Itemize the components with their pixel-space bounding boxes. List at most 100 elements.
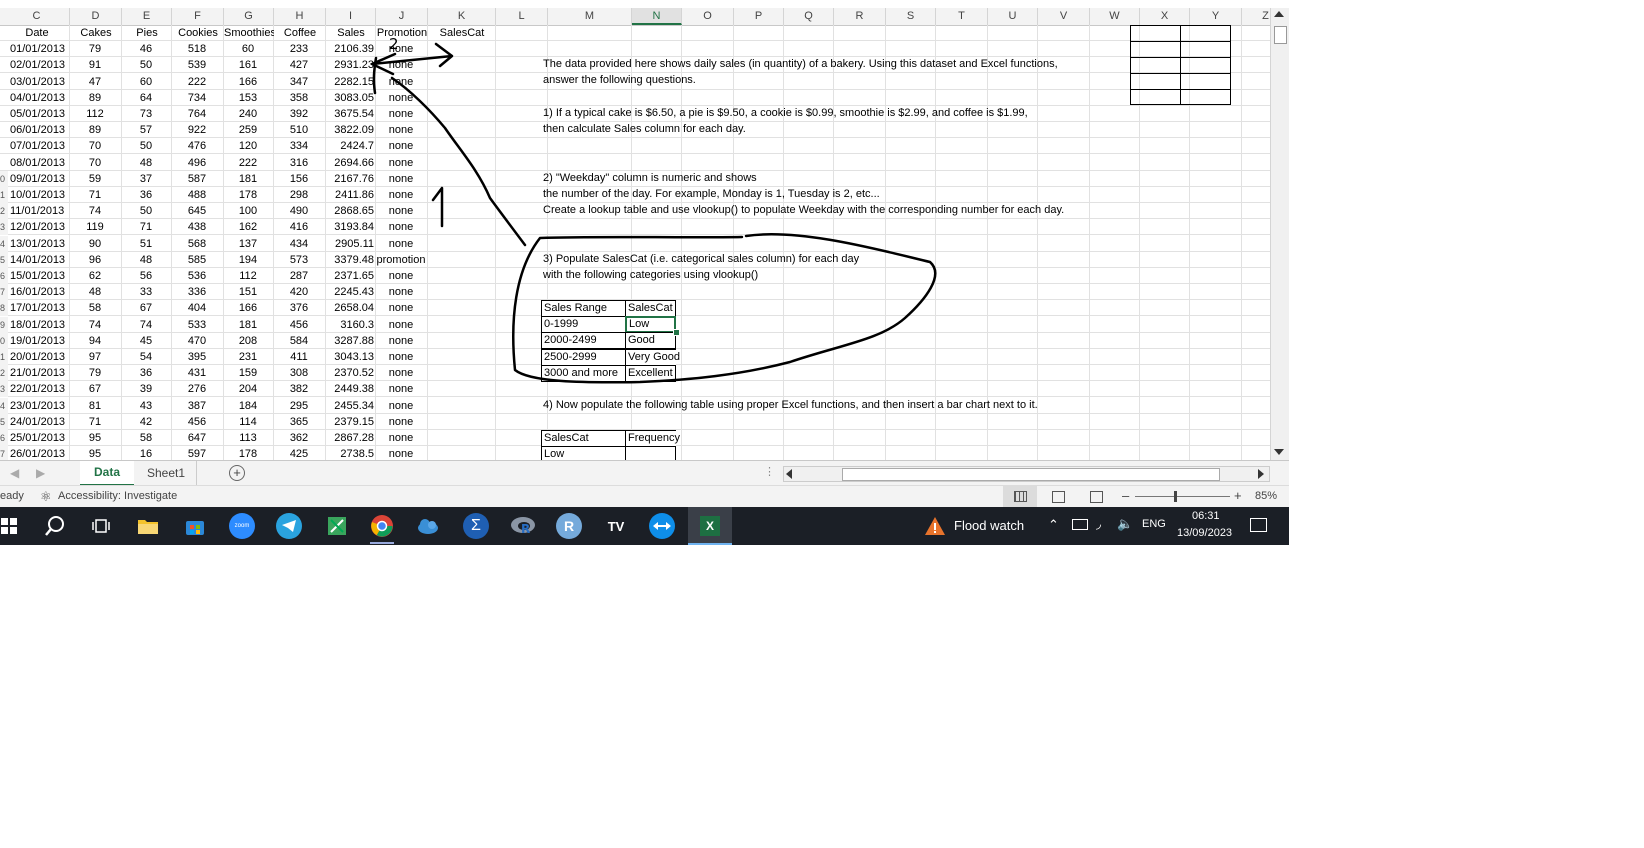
scroll-down-arrow[interactable]	[1274, 449, 1284, 455]
fill-handle[interactable]	[673, 329, 680, 336]
date-cell[interactable]: 09/01/2013	[4, 171, 74, 187]
row-number-stub[interactable]: 1	[0, 349, 8, 365]
value-cell[interactable]: 94	[70, 333, 120, 349]
promotion-cell[interactable]: none	[376, 122, 426, 138]
language-indicator[interactable]: ENG	[1142, 518, 1166, 530]
tab-data[interactable]: Data	[80, 461, 134, 486]
value-cell[interactable]: 91	[70, 57, 120, 73]
value-cell[interactable]: 81	[70, 398, 120, 414]
value-cell[interactable]: 36	[122, 365, 170, 381]
value-cell[interactable]: 45	[122, 333, 170, 349]
value-cell[interactable]: 97	[70, 349, 120, 365]
date-cell[interactable]: 14/01/2013	[4, 252, 74, 268]
row-number-stub[interactable]: 9	[0, 316, 8, 333]
date-cell[interactable]: 06/01/2013	[4, 122, 74, 138]
value-cell[interactable]: 2658.04	[326, 300, 374, 316]
value-cell[interactable]: 64	[122, 90, 170, 106]
promotion-cell[interactable]: none	[376, 317, 426, 333]
value-cell[interactable]: 46	[122, 41, 170, 57]
value-cell[interactable]: 56	[122, 268, 170, 284]
tab-prev-arrow[interactable]: ◀	[10, 466, 19, 480]
value-cell[interactable]: 67	[70, 381, 120, 397]
value-cell[interactable]: 427	[274, 57, 324, 73]
column-header-r[interactable]: R	[834, 8, 886, 25]
lookup-range-cell[interactable]: 0-1999	[541, 316, 626, 333]
value-cell[interactable]: 376	[274, 300, 324, 316]
value-cell[interactable]: 166	[224, 74, 272, 90]
column-header-n[interactable]: N	[632, 8, 682, 25]
value-cell[interactable]: 62	[70, 268, 120, 284]
promotion-cell[interactable]: none	[376, 398, 426, 414]
value-cell[interactable]: 456	[172, 414, 222, 430]
date-cell[interactable]: 21/01/2013	[4, 365, 74, 381]
value-cell[interactable]: 438	[172, 219, 222, 235]
column-header-o[interactable]: O	[682, 8, 734, 25]
value-cell[interactable]: 3379.48	[326, 252, 374, 268]
column-header-g[interactable]: G	[224, 8, 274, 25]
value-cell[interactable]: 2371.65	[326, 268, 374, 284]
value-cell[interactable]: 222	[224, 155, 272, 171]
value-cell[interactable]: 153	[224, 90, 272, 106]
promotion-cell[interactable]: none	[376, 300, 426, 316]
row-number-stub[interactable]: 6	[0, 268, 8, 284]
freq-header-frequency[interactable]: Frequency	[625, 430, 680, 447]
notifications-icon[interactable]	[1250, 518, 1267, 532]
value-cell[interactable]: 431	[172, 365, 222, 381]
value-cell[interactable]: 162	[224, 219, 272, 235]
value-cell[interactable]: 112	[70, 106, 120, 122]
column-header-h[interactable]: H	[274, 8, 326, 25]
value-cell[interactable]: 151	[224, 284, 272, 300]
promotion-cell[interactable]: none	[376, 57, 426, 73]
column-header-v[interactable]: V	[1038, 8, 1090, 25]
value-cell[interactable]: 79	[70, 41, 120, 57]
value-cell[interactable]: 113	[224, 430, 272, 446]
cloud-settings-icon[interactable]	[413, 511, 443, 541]
promotion-cell[interactable]: none	[376, 171, 426, 187]
value-cell[interactable]: 365	[274, 414, 324, 430]
value-cell[interactable]: 2379.15	[326, 414, 374, 430]
row-number-stub[interactable]: 7	[0, 284, 8, 301]
value-cell[interactable]: 382	[274, 381, 324, 397]
value-cell[interactable]: 2424.7	[326, 138, 374, 154]
value-cell[interactable]: 159	[224, 365, 272, 381]
date-cell[interactable]: 18/01/2013	[4, 317, 74, 333]
value-cell[interactable]: 3043.13	[326, 349, 374, 365]
value-cell[interactable]: 336	[172, 284, 222, 300]
column-header-p[interactable]: P	[734, 8, 784, 25]
accessibility-icon[interactable]: ⚛	[40, 489, 52, 505]
tradingview-icon[interactable]: TV	[601, 511, 631, 541]
value-cell[interactable]: 47	[70, 74, 120, 90]
file-explorer-icon[interactable]	[133, 511, 163, 541]
lookup-range-cell[interactable]: 3000 and more	[541, 365, 626, 382]
value-cell[interactable]: 3822.09	[326, 122, 374, 138]
value-cell[interactable]: 114	[224, 414, 272, 430]
column-header-s[interactable]: S	[886, 8, 936, 25]
telegram-icon[interactable]	[276, 513, 302, 539]
value-cell[interactable]: 58	[70, 300, 120, 316]
value-cell[interactable]: 536	[172, 268, 222, 284]
date-cell[interactable]: 03/01/2013	[4, 74, 74, 90]
column-header-x[interactable]: X	[1140, 8, 1190, 25]
value-cell[interactable]: 392	[274, 106, 324, 122]
date-cell[interactable]: 17/01/2013	[4, 300, 74, 316]
value-cell[interactable]: 416	[274, 219, 324, 235]
hscroll-thumb[interactable]	[842, 468, 1220, 481]
value-cell[interactable]: 178	[224, 187, 272, 203]
value-cell[interactable]: 2455.34	[326, 398, 374, 414]
value-cell[interactable]: 420	[274, 284, 324, 300]
date-cell[interactable]: 25/01/2013	[4, 430, 74, 446]
value-cell[interactable]: 395	[172, 349, 222, 365]
value-cell[interactable]: 48	[70, 284, 120, 300]
value-cell[interactable]: 112	[224, 268, 272, 284]
value-cell[interactable]: 95	[70, 430, 120, 446]
value-cell[interactable]: 456	[274, 317, 324, 333]
column-header-u[interactable]: U	[988, 8, 1038, 25]
value-cell[interactable]: 60	[122, 74, 170, 90]
value-cell[interactable]: 434	[274, 236, 324, 252]
lookup-cat-cell[interactable]: Excellent	[625, 365, 676, 382]
sigma-app-icon[interactable]: Σ	[463, 513, 489, 539]
vertical-scrollbar[interactable]	[1270, 8, 1289, 460]
wifi-icon[interactable]: ◞	[1096, 516, 1101, 532]
row-number-stub[interactable]: 0	[0, 170, 8, 187]
value-cell[interactable]: 39	[122, 381, 170, 397]
